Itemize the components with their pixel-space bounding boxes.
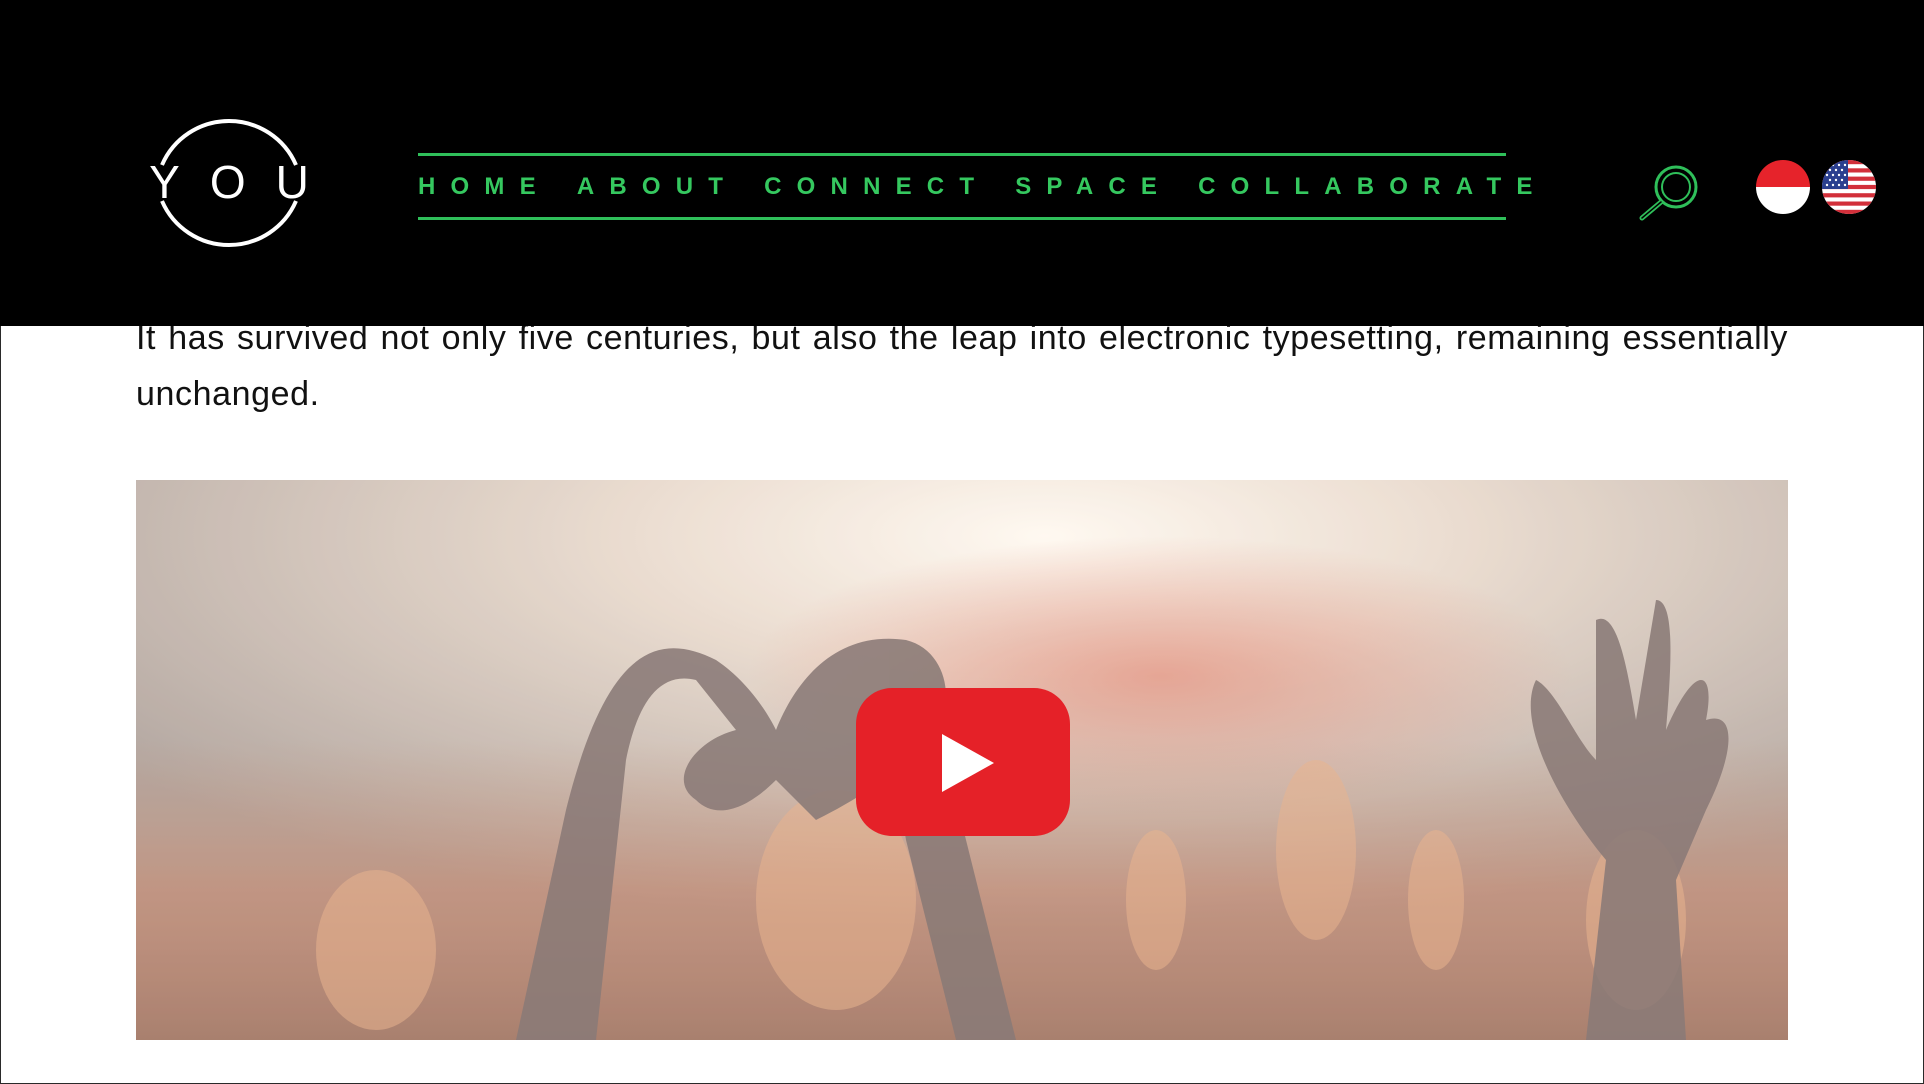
- nav-top-rule: [418, 153, 1506, 156]
- intro-paragraph: It has survived not only five centuries,…: [136, 319, 1788, 413]
- nav-bottom-rule: [418, 217, 1506, 220]
- nav-connect[interactable]: CONNECT: [764, 173, 989, 201]
- nav-items: HOME ABOUT CONNECT SPACE COLLABORATE: [418, 173, 1532, 201]
- main-nav: HOME ABOUT CONNECT SPACE COLLABORATE: [418, 153, 1532, 221]
- main-content: It has survived not only five centuries,…: [136, 310, 1788, 422]
- nav-space[interactable]: SPACE: [1015, 173, 1172, 201]
- search-icon[interactable]: [1636, 162, 1704, 222]
- logo-text: YOU: [149, 156, 324, 208]
- nav-home[interactable]: HOME: [418, 173, 551, 201]
- usa-flag-icon[interactable]: [1822, 160, 1876, 214]
- nav-collaborate[interactable]: COLLABORATE: [1198, 173, 1547, 201]
- site-header: YOU HOME ABOUT CONNECT SPACE COLLABORATE: [0, 0, 1924, 326]
- youtube-play-icon[interactable]: [856, 688, 1070, 836]
- you-logo[interactable]: YOU: [134, 105, 324, 261]
- nav-about[interactable]: ABOUT: [577, 173, 738, 201]
- indonesia-flag-icon[interactable]: [1756, 160, 1810, 214]
